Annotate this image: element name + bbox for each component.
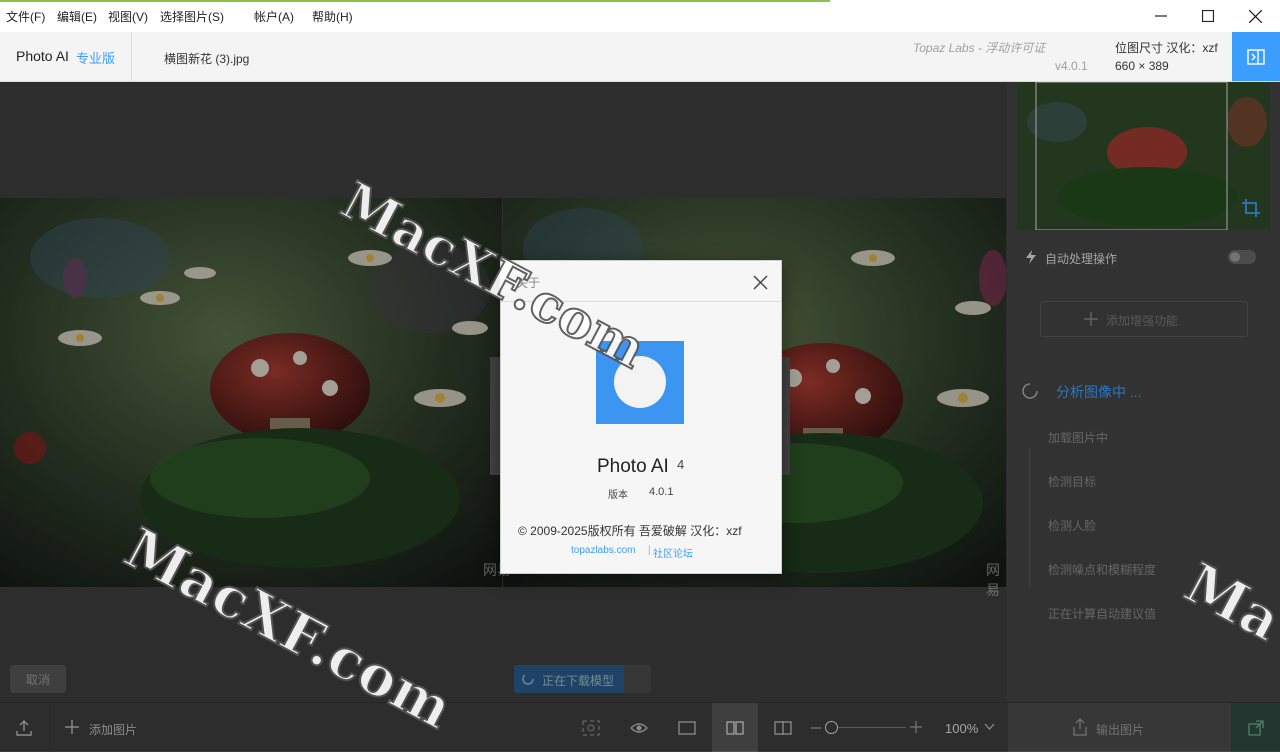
dialog-close-button[interactable] — [748, 272, 772, 292]
menu-bar: 文件(F) 编辑(E) 视图(V) 选择图片(S) 帐户(A) 帮助(H) — [0, 0, 1280, 32]
toggle-panel-button[interactable] — [1232, 32, 1280, 81]
license-text: Topaz Labs - 浮动许可证 — [913, 41, 1046, 55]
menu-view[interactable]: 视图(V) — [108, 8, 148, 25]
close-icon — [752, 274, 768, 290]
minimize-button[interactable] — [1138, 0, 1184, 32]
menu-select-image[interactable]: 选择图片(S) — [160, 8, 224, 25]
menu-file[interactable]: 文件(F) — [6, 8, 45, 25]
link-separator: | — [648, 545, 651, 556]
copyright-text: © 2009-2025版权所有 吾爱破解 汉化：xzf — [518, 524, 742, 538]
minimize-icon — [1155, 15, 1167, 17]
version-text: v4.0.1 — [1055, 59, 1088, 73]
app-name: Photo AI — [16, 48, 69, 64]
close-window-button[interactable] — [1232, 0, 1278, 32]
forum-link[interactable]: 社区论坛 — [653, 545, 693, 560]
maximize-icon — [1202, 10, 1214, 22]
maximize-button[interactable] — [1185, 0, 1231, 32]
panel-toggle-icon — [1247, 48, 1265, 65]
title-progress-line — [0, 0, 830, 2]
menu-account[interactable]: 帐户(A) — [254, 8, 294, 25]
app-header: Photo AI 专业版 横图新花 (3).jpg Topaz Labs - 浮… — [0, 32, 1280, 82]
version-value: 4.0.1 — [649, 486, 674, 498]
dimensions-label: 位图尺寸 汉化：xzf — [1115, 41, 1218, 55]
website-link[interactable]: topazlabs.com — [571, 545, 635, 556]
edition-badge: 专业版 — [76, 51, 116, 66]
menu-help[interactable]: 帮助(H) — [312, 8, 353, 25]
close-icon — [1248, 9, 1262, 23]
dimensions-value: 660 × 389 — [1115, 59, 1169, 73]
header-divider — [131, 32, 132, 81]
file-name: 横图新花 (3).jpg — [164, 52, 250, 66]
product-name: Photo AI — [597, 456, 669, 477]
menu-edit[interactable]: 编辑(E) — [57, 8, 97, 25]
product-major-version: 4 — [677, 457, 685, 472]
version-label: 版本 — [608, 490, 628, 501]
